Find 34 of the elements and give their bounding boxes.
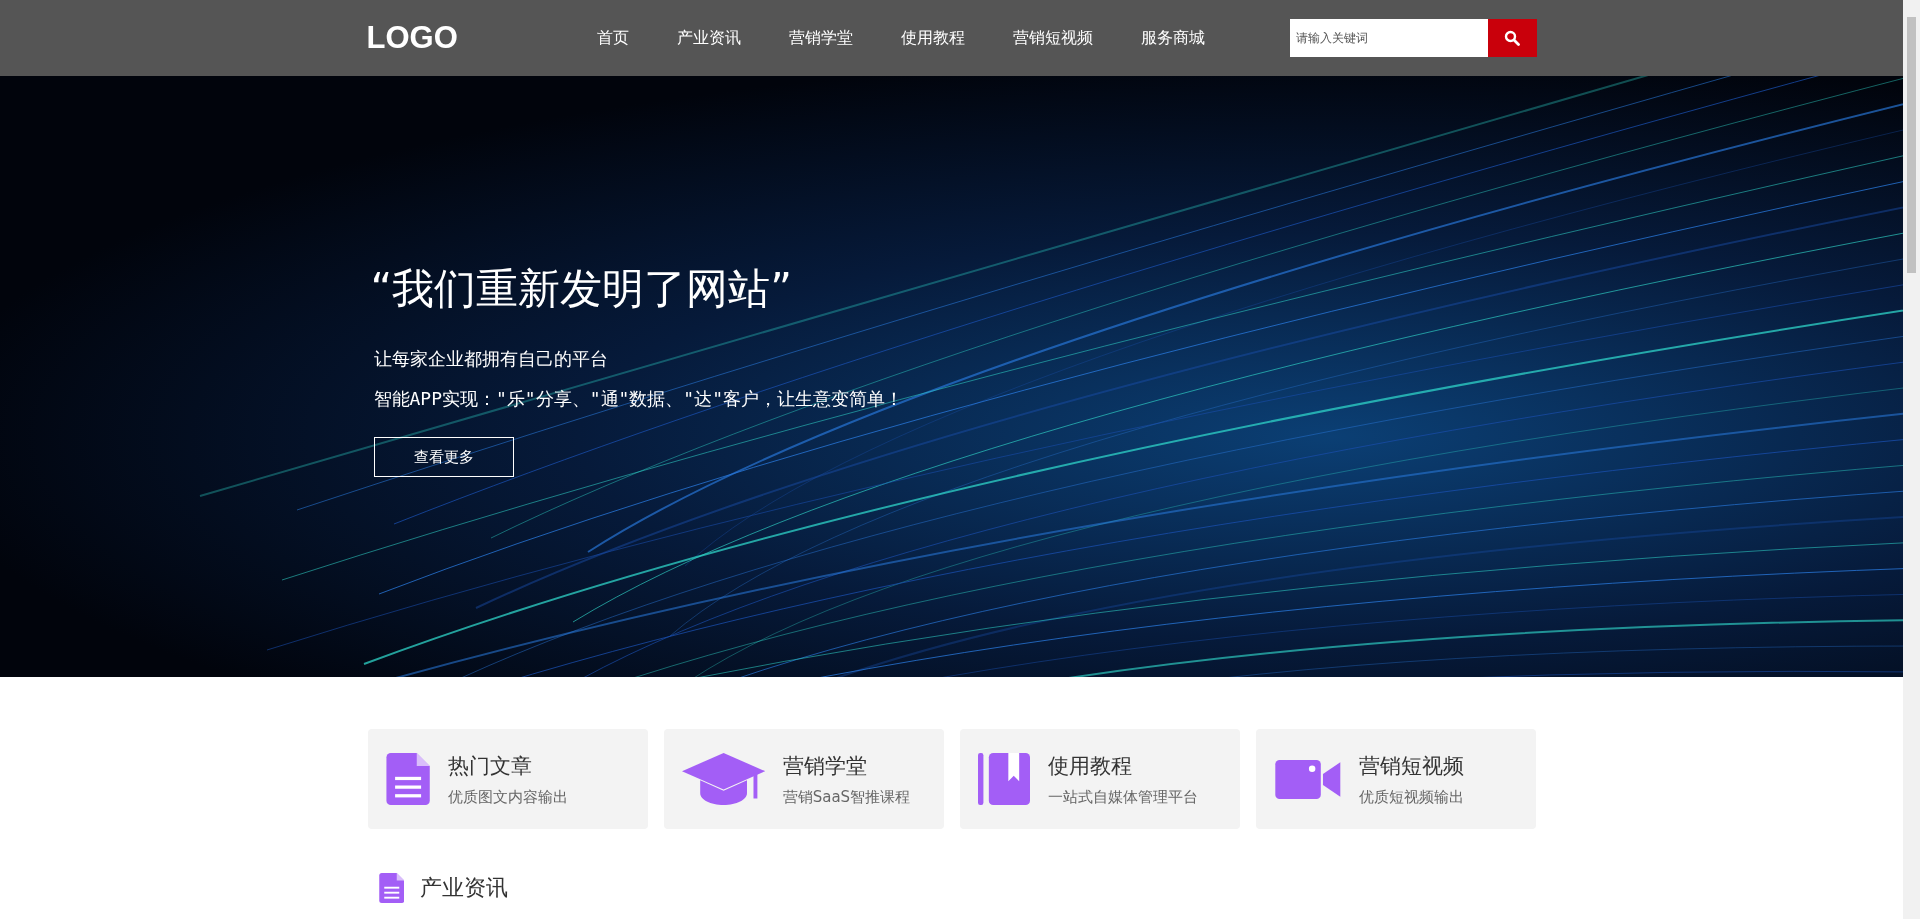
feature-description: 一站式自媒体管理平台 [1047,787,1198,807]
section-title: 产业资讯 [420,874,508,902]
feature-title: 使用教程 [1047,752,1133,780]
graduation-cap-icon [681,753,765,805]
feature-card[interactable]: 使用教程 一站式自媒体管理平台 [959,729,1240,829]
feature-description: 优质短视频输出 [1359,787,1465,807]
book-icon [977,753,1030,805]
search-icon [1504,30,1520,46]
logo[interactable]: LOGO [366,20,573,56]
feature-card[interactable]: 热门文章 优质图文内容输出 [367,729,648,829]
nav-link[interactable]: 使用教程 [876,27,989,49]
hero-tagline: 智能APP实现："乐"分享、"通"数据、"达"客户，让生意变简单！ [373,387,904,411]
view-more-button[interactable]: 查看更多 [373,437,514,477]
scrollbar-thumb[interactable] [1907,17,1916,273]
nav-link[interactable]: 营销学堂 [764,27,877,49]
nav-link[interactable]: 产业资讯 [652,27,765,49]
hero-title: “我们重新发明了网站” [370,263,793,315]
document-icon [385,753,430,805]
video-camera-icon [1273,759,1342,799]
feature-card[interactable]: 营销学堂 营销SaaS智推课程 [663,729,944,829]
search-field[interactable]: 请输入关键词 [1289,19,1488,57]
search-button[interactable] [1487,19,1537,57]
feature-description: 优质图文内容输出 [447,787,568,807]
feature-card[interactable]: 营销短视频 优质短视频输出 [1255,729,1536,829]
feature-title: 营销学堂 [782,752,868,780]
hero-subtitle: 让每家企业都拥有自己的平台 [373,347,608,371]
document-icon [378,873,404,903]
feature-title: 营销短视频 [1359,752,1465,780]
scrollbar[interactable] [1903,0,1920,919]
nav-link[interactable]: 营销短视频 [988,27,1117,49]
nav-link[interactable]: 首页 [572,27,653,49]
feature-description: 营销SaaS智推课程 [782,787,911,807]
nav-link[interactable]: 服务商城 [1116,27,1229,49]
feature-title: 热门文章 [447,752,533,780]
